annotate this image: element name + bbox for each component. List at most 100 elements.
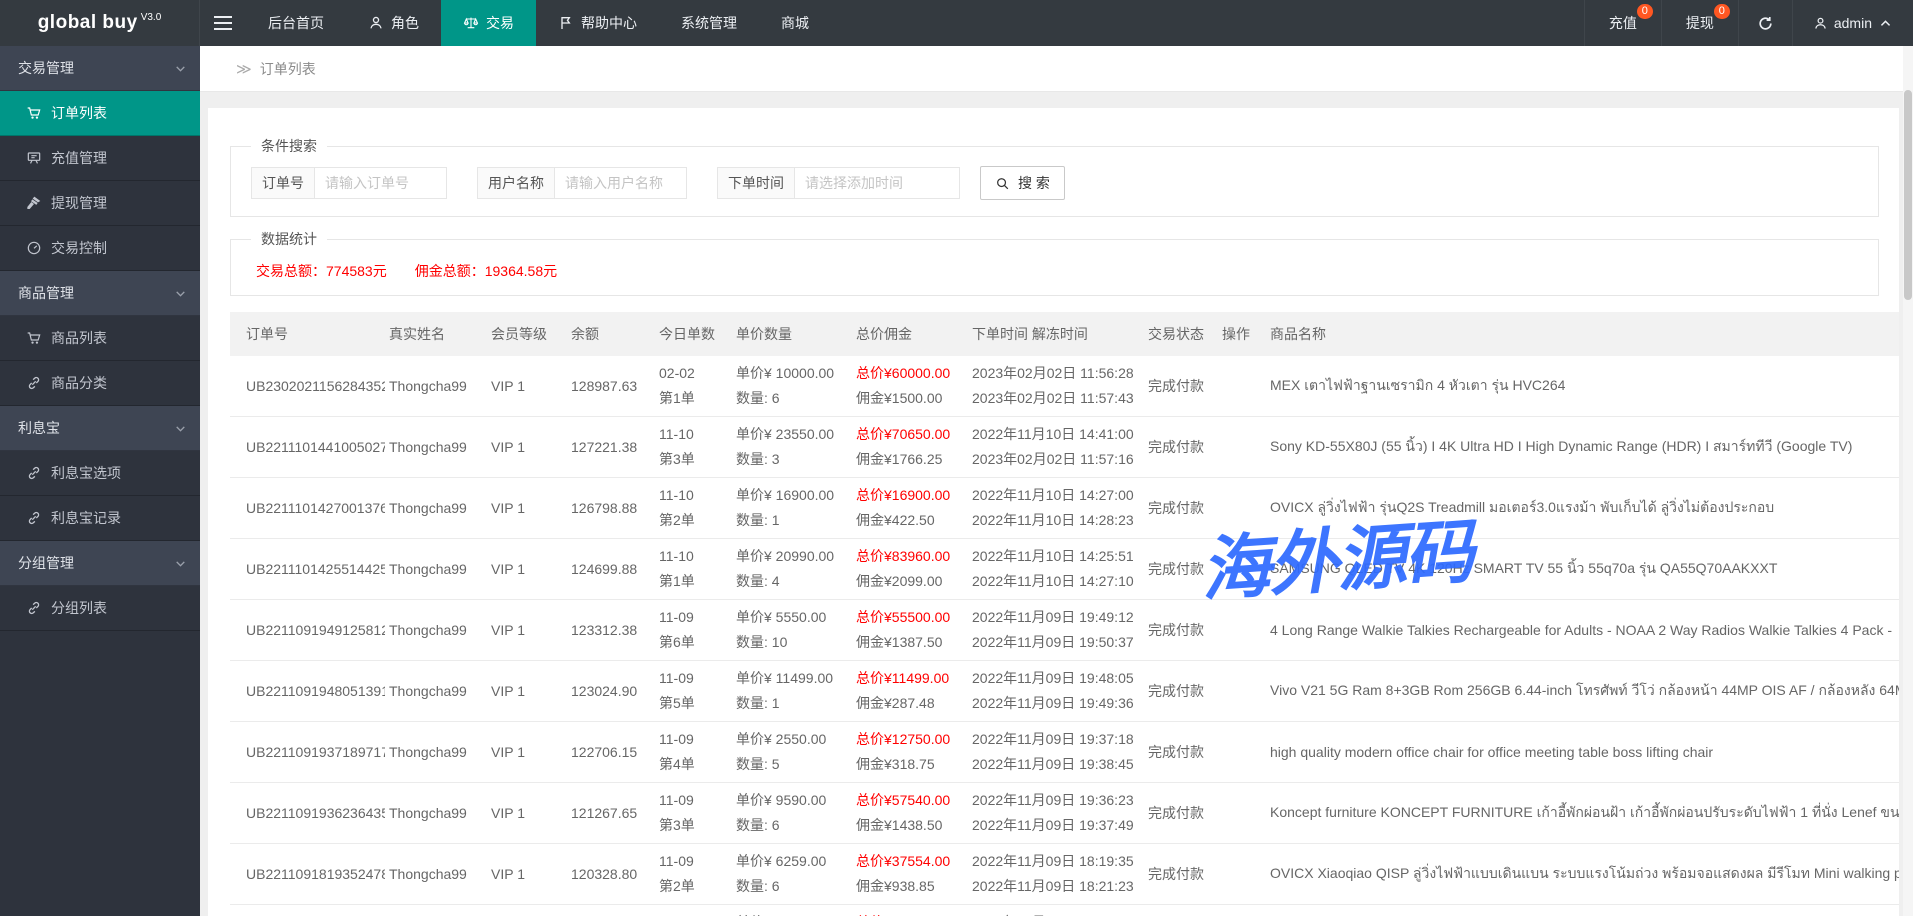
nav-label: 帮助中心 [581,13,637,33]
sidebar-item-interest-records[interactable]: 利息宝记录 [0,496,200,541]
total-price: 总价¥70650.00 [856,422,964,447]
username-input[interactable] [555,167,687,199]
search-form: 订单号 用户名称 下单时间 搜 索 [231,156,1878,216]
link-icon [26,510,42,526]
order-time-input[interactable] [795,167,960,199]
breadcrumb-separator-icon: ≫ [236,60,252,78]
cell-action [1218,356,1266,417]
cell-total-commission: 总价¥11499.00 佣金¥287.48 [852,661,968,722]
cell-product-name: OVICX Xiaoqiao QISP ลู่วิ่งไฟฟ้าแบบเดินแ… [1266,844,1899,905]
cell-today-orders: 11-09 第3单 [655,783,732,844]
nav-item-roles[interactable]: 角色 [346,0,441,46]
cell-times: 2022年11月09日 19:36:23 2022年11月09日 19:37:4… [968,783,1144,844]
cell-product-name: Custom Explosive Alphafly Next% marathon… [1266,905,1899,916]
order-day: 11-10 [659,544,728,569]
nav-item-help-center[interactable]: 帮助中心 [536,0,659,46]
cell-total-commission: 总价¥57540.00 佣金¥1438.50 [852,783,968,844]
order-time: 2022年11月09日 19:49:12 [972,605,1140,630]
nav-item-trade[interactable]: 交易 [441,0,536,46]
nav-item-mall[interactable]: 商城 [759,0,831,46]
sidebar-item-interest-options[interactable]: 利息宝选项 [0,451,200,496]
sidebar-item-label: 商品列表 [51,328,107,348]
link-icon [26,465,42,481]
cell-unit-price-qty: 单价¥ 23550.00 数量: 3 [732,417,852,478]
user-menu[interactable]: admin [1792,0,1913,46]
nav-item-dashboard[interactable]: 后台首页 [246,0,346,46]
unit-price: 单价¥ 4990.00 [736,910,848,916]
cell-order-no: UB2211091936236435 [230,783,385,844]
cell-unit-price-qty: 单价¥ 10000.00 数量: 6 [732,356,852,417]
col-order-no: 订单号 [230,312,385,356]
refresh-icon[interactable] [1738,0,1792,46]
cell-status: 完成付款 [1144,661,1218,722]
orders-table: 订单号 真实姓名 会员等级 余额 今日单数 单价数量 总价佣金 下单时间 解冻时… [230,312,1899,916]
search-button[interactable]: 搜 索 [980,166,1065,200]
stats-row: 交易总额：774583元 佣金总额：19364.58元 [231,249,1878,295]
sidebar-group-interest-treasure[interactable]: 利息宝 [0,406,200,451]
quantity: 数量: 6 [736,813,848,838]
cell-today-orders: 11-09 第4单 [655,722,732,783]
recharge-button[interactable]: 充值 0 [1584,0,1661,46]
order-no-input[interactable] [315,167,447,199]
col-action: 操作 [1218,312,1266,356]
order-seq: 第1单 [659,386,728,411]
sidebar-group-product-management[interactable]: 商品管理 [0,271,200,316]
cell-order-no: UB2211101425514425 [230,539,385,600]
commission: 佣金¥318.75 [856,752,964,777]
sidebar-item-order-list[interactable]: 订单列表 [0,91,200,136]
cell-today-orders: 11-09 第5单 [655,661,732,722]
nav-item-system[interactable]: 系统管理 [659,0,759,46]
col-total-commission: 总价佣金 [852,312,968,356]
cell-product-name: Vivo V21 5G Ram 8+3GB Rom 256GB 6.44-inc… [1266,661,1899,722]
sidebar-group-grouping-management[interactable]: 分组管理 [0,541,200,586]
search-button-label: 搜 索 [1018,173,1050,193]
cell-today-orders: 11-10 第1单 [655,539,732,600]
top-bar: global buy V3.0 后台首页 角色 交易 帮助中心 系统管理 商城 … [0,0,1913,46]
cell-unit-price-qty: 单价¥ 16900.00 数量: 1 [732,478,852,539]
sidebar-item-trade-control[interactable]: 交易控制 [0,226,200,271]
user-icon [368,15,384,31]
sidebar-group-trade-management[interactable]: 交易管理 [0,46,200,91]
order-no-field-label: 订单号 [251,167,315,199]
unit-price: 单价¥ 20990.00 [736,544,848,569]
sidebar-item-product-list[interactable]: 商品列表 [0,316,200,361]
hamburger-menu-icon[interactable] [200,0,246,46]
link-icon [26,375,42,391]
withdraw-button[interactable]: 提现 0 [1661,0,1738,46]
unfreeze-time: 2023年02月02日 11:57:43 [972,386,1140,411]
sidebar-item-recharge-management[interactable]: 充值管理 [0,136,200,181]
cell-unit-price-qty: 单价¥ 2550.00 数量: 5 [732,722,852,783]
cell-times: 2022年11月09日 17:01:16 2022年11月09日 18:20:1… [968,905,1144,916]
table-row: UB2211091937189717 Thongcha99 VIP 1 1227… [230,722,1899,783]
total-price: 总价¥16900.00 [856,483,964,508]
unfreeze-time: 2022年11月10日 14:27:10 [972,569,1140,594]
unfreeze-time: 2022年11月10日 14:28:23 [972,508,1140,533]
cell-action [1218,722,1266,783]
cell-times: 2022年11月09日 19:48:05 2022年11月09日 19:49:3… [968,661,1144,722]
col-times: 下单时间 解冻时间 [968,312,1144,356]
sidebar-group-label: 利息宝 [18,418,60,438]
sidebar-item-group-list[interactable]: 分组列表 [0,586,200,631]
sidebar-item-label: 交易控制 [51,238,107,258]
total-price: 总价¥55500.00 [856,605,964,630]
total-commission-amount: 佣金总额：19364.58元 [415,261,557,281]
sidebar-item-withdraw-management[interactable]: 提现管理 [0,181,200,226]
cell-unit-price-qty: 单价¥ 4990.00 数量: 8 [732,905,852,916]
order-seq: 第3单 [659,447,728,472]
sidebar-item-product-category[interactable]: 商品分类 [0,361,200,406]
user-icon [1813,16,1828,31]
cell-balance: 124699.88 [567,539,655,600]
chevron-down-icon [174,422,187,435]
cell-times: 2022年11月09日 19:49:12 2022年11月09日 19:50:3… [968,600,1144,661]
col-balance: 余额 [567,312,655,356]
page-title: 订单列表 [260,59,316,79]
nav-label: 系统管理 [681,13,737,33]
cell-action [1218,905,1266,916]
cell-total-commission: 总价¥39920.00 佣金¥998.00 [852,905,968,916]
cell-balance: 119330.80 [567,905,655,916]
cell-times: 2023年02月02日 11:56:28 2023年02月02日 11:57:4… [968,356,1144,417]
vertical-scrollbar-thumb[interactable] [1904,90,1912,300]
quantity: 数量: 4 [736,569,848,594]
order-time: 2022年11月10日 14:27:00 [972,483,1140,508]
sidebar-item-label: 商品分类 [51,373,107,393]
